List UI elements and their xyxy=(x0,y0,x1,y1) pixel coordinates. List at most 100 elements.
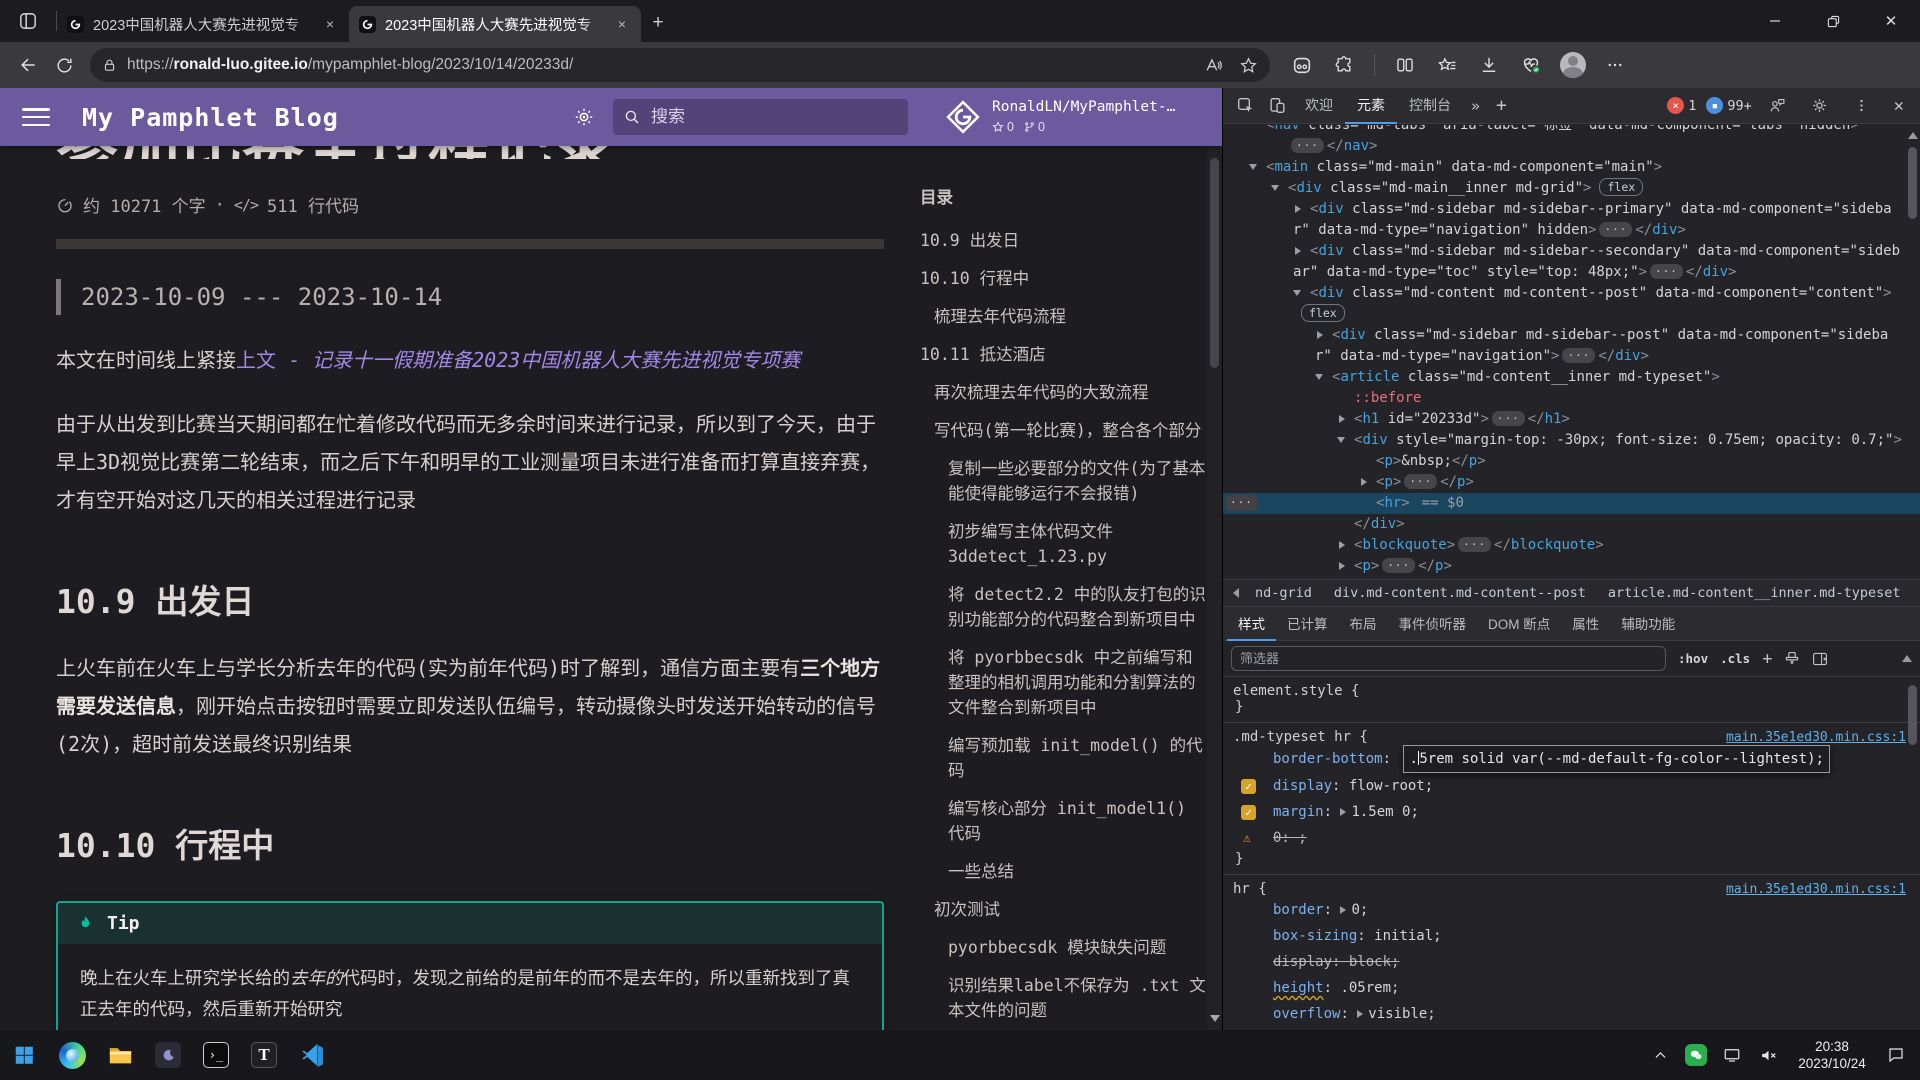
dom-tree-node[interactable]: <article class="md-content__inner md-typ… xyxy=(1223,367,1920,388)
close-button[interactable]: ✕ xyxy=(1862,0,1920,42)
dom-tree-node[interactable]: <h1 id="20233d">···</h1> xyxy=(1223,409,1920,430)
breadcrumb-item[interactable]: article.md-content__inner.md-typeset xyxy=(1608,585,1901,601)
styles-tab-事件侦听器[interactable]: 事件侦听器 xyxy=(1388,607,1478,641)
taskbar-explorer-icon[interactable] xyxy=(96,1030,144,1080)
toc-item[interactable]: 10.11 抵达酒店 xyxy=(920,342,1206,367)
theme-toggle-icon[interactable] xyxy=(569,102,599,132)
css-property[interactable]: border: 0; xyxy=(1233,897,1906,923)
styles-scroll-up-icon[interactable] xyxy=(1902,655,1912,662)
expand-arrow-icon[interactable] xyxy=(1337,556,1354,577)
css-property[interactable]: border-bottom: .5rem solid var(--md-defa… xyxy=(1233,745,1906,773)
css-property[interactable]: display: block; xyxy=(1233,949,1906,975)
taskbar-vscode-icon[interactable] xyxy=(288,1030,336,1080)
tray-wechat-icon[interactable] xyxy=(1678,1030,1714,1080)
scroll-down-icon[interactable] xyxy=(1210,1015,1220,1022)
tray-chevron-up-icon[interactable] xyxy=(1642,1030,1678,1080)
tray-volume-muted-icon[interactable] xyxy=(1750,1030,1786,1080)
toc-item[interactable]: 再次梳理去年代码的大致流程 xyxy=(920,380,1206,405)
toc-item[interactable]: 初次测试 xyxy=(920,897,1206,922)
toc-item[interactable]: 一些总结 xyxy=(920,859,1206,884)
search-input[interactable] xyxy=(651,107,898,127)
tray-network-icon[interactable] xyxy=(1714,1030,1750,1080)
browser-tab-1[interactable]: 2023中国机器人大赛先进视觉专 × xyxy=(57,6,349,42)
repo-link[interactable]: RonaldLN/MyPamphlet-… 0 0 xyxy=(946,98,1196,136)
toc-item[interactable]: 复制一些必要部分的文件(为了基本能使得能够运行不会报错) xyxy=(920,456,1206,506)
expand-arrow-icon[interactable] xyxy=(1293,283,1310,304)
tab-close-icon[interactable]: × xyxy=(613,15,631,33)
restore-button[interactable] xyxy=(1804,0,1862,42)
expand-arrow-icon[interactable] xyxy=(1337,577,1354,579)
css-selector[interactable]: .md-typeset hr { xyxy=(1233,729,1368,745)
search-box[interactable] xyxy=(613,99,908,135)
toc-item[interactable]: 梳理去年代码流程 xyxy=(920,304,1206,329)
expand-arrow-icon[interactable] xyxy=(1293,199,1310,220)
devtools-close-icon[interactable]: ✕ xyxy=(1888,96,1910,116)
css-property[interactable]: overflow: visible; xyxy=(1233,1001,1906,1027)
minimize-button[interactable] xyxy=(1746,0,1804,42)
toc-item[interactable]: pyorbbecsdk 模块缺失问题 xyxy=(920,935,1206,960)
toc-item[interactable]: 初步编写主体代码文件 3ddetect_1.23.py xyxy=(920,519,1206,569)
dom-tree-node[interactable]: <p>&nbsp;</p> xyxy=(1223,451,1920,472)
dom-tree-node[interactable]: </div> xyxy=(1223,514,1920,535)
menu-hamburger-icon[interactable] xyxy=(22,106,50,128)
favorites-menu-icon[interactable] xyxy=(1429,48,1465,82)
property-checkbox[interactable]: ✓ xyxy=(1241,805,1256,820)
toc-item[interactable]: 识别结果label不保存为 .txt 文本文件的问题 xyxy=(920,973,1206,1023)
taskbar-terminal-icon[interactable]: ›_ xyxy=(192,1030,240,1080)
styles-tab-样式[interactable]: 样式 xyxy=(1227,607,1276,641)
devtools-menu-dots-icon[interactable] xyxy=(1846,91,1878,121)
start-button-icon[interactable] xyxy=(0,1030,48,1080)
lock-icon[interactable] xyxy=(102,58,117,73)
css-selector[interactable]: element.style { xyxy=(1233,683,1359,699)
new-style-rule-icon[interactable]: + xyxy=(1762,649,1772,669)
expand-arrow-icon[interactable] xyxy=(1337,409,1354,430)
action-center-icon[interactable] xyxy=(1878,1030,1914,1080)
dom-tree-node[interactable]: <div class="md-main__inner md-grid">flex xyxy=(1223,178,1920,199)
downloads-icon[interactable] xyxy=(1471,48,1507,82)
styles-scrollbar[interactable] xyxy=(1907,685,1918,745)
expand-arrow-icon[interactable] xyxy=(1359,472,1376,493)
expand-arrow-icon[interactable] xyxy=(1271,178,1288,199)
styles-filter-input[interactable] xyxy=(1231,646,1666,671)
toc-item[interactable]: 10.10 行程中 xyxy=(920,266,1206,291)
rendering-brush-icon[interactable] xyxy=(1784,651,1800,667)
dom-tree-node[interactable]: <div class="md-sidebar md-sidebar--secon… xyxy=(1223,241,1920,283)
dom-tree-node[interactable]: ···</nav> xyxy=(1223,136,1920,157)
dom-tree-node[interactable]: <p>···</p> xyxy=(1223,472,1920,493)
toc-item[interactable]: 编写预加载 init_model() 的代码 xyxy=(920,733,1206,783)
profile-avatar[interactable] xyxy=(1555,48,1591,82)
css-selector[interactable]: hr { xyxy=(1233,881,1267,897)
devtools-tab-欢迎[interactable]: 欢迎 xyxy=(1293,88,1345,124)
styles-tab-布局[interactable]: 布局 xyxy=(1339,607,1388,641)
dom-tree-node[interactable]: ···<hr>== $0 xyxy=(1223,493,1920,514)
css-source-link[interactable]: main.35e1ed30.min.css:1 xyxy=(1716,882,1906,897)
inspect-element-icon[interactable] xyxy=(1229,91,1261,121)
breadcrumb-left-icon[interactable] xyxy=(1233,588,1239,598)
new-tab-button[interactable]: + xyxy=(641,8,675,38)
dom-tree-node[interactable]: <p>···</p> xyxy=(1223,556,1920,577)
expand-arrow-icon[interactable] xyxy=(1293,241,1310,262)
dom-tree-node[interactable]: <p>···</p> xyxy=(1223,577,1920,579)
devtools-tab-控制台[interactable]: 控制台 xyxy=(1397,88,1463,124)
pseudo-state-toggle[interactable]: :hov xyxy=(1678,651,1708,666)
console-message-badge[interactable]: ▪99+ xyxy=(1706,97,1751,114)
css-property[interactable]: ✓display: flow-root; xyxy=(1233,773,1906,799)
add-tab-icon[interactable]: + xyxy=(1488,95,1515,116)
toc-item[interactable]: 写代码(第一轮比赛)，整合各个部分 xyxy=(920,418,1206,443)
dom-tree-node[interactable]: <div class="md-content md-content--post"… xyxy=(1223,283,1920,325)
css-property[interactable]: ⚠0: ; xyxy=(1233,825,1906,851)
page-scrollbar[interactable] xyxy=(1207,146,1222,1030)
taskbar-typora-icon[interactable]: T xyxy=(240,1030,288,1080)
dom-tree-node[interactable]: ::before xyxy=(1223,388,1920,409)
dom-tree-node[interactable]: <div style="margin-top: -30px; font-size… xyxy=(1223,430,1920,451)
back-icon[interactable] xyxy=(10,48,46,82)
expand-arrow-icon[interactable] xyxy=(1249,157,1266,178)
property-checkbox[interactable]: ✓ xyxy=(1241,779,1256,794)
breadcrumb-item[interactable]: div.md-content.md-content--post xyxy=(1334,585,1586,601)
devtools-settings-gear-icon[interactable] xyxy=(1804,91,1836,121)
class-toggle[interactable]: .cls xyxy=(1720,651,1750,666)
extension-robot-icon[interactable] xyxy=(1284,48,1320,82)
expand-arrow-icon[interactable] xyxy=(1315,325,1332,346)
scrollbar-thumb[interactable] xyxy=(1210,158,1219,368)
css-property[interactable]: ✓margin: 1.5em 0; xyxy=(1233,799,1906,825)
